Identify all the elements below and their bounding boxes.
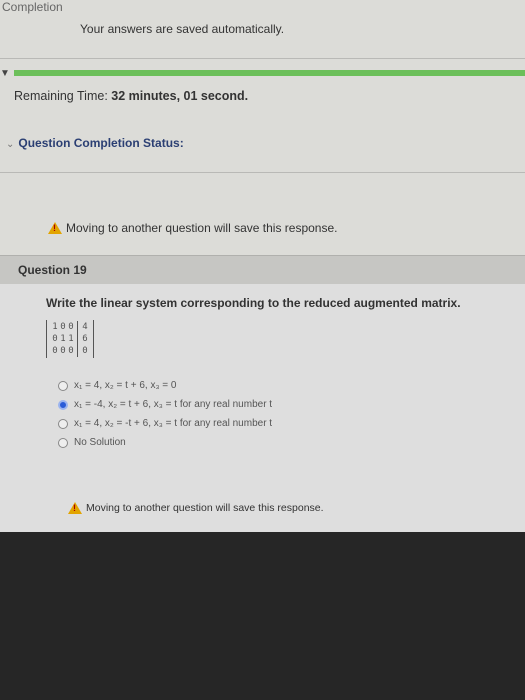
matrix-cell: 0 (60, 322, 66, 332)
quiz-screen: Completion Your answers are saved automa… (0, 0, 525, 532)
answer-option[interactable]: No Solution (58, 433, 272, 452)
collapse-icon[interactable]: ▼ (0, 68, 10, 79)
answer-option[interactable]: x₁ = -4, x₂ = t + 6, x₃ = t for any real… (58, 395, 272, 414)
answer-option-label: x₁ = 4, x₂ = t + 6, x₃ = 0 (74, 380, 177, 391)
matrix-row: 0116 (51, 333, 89, 345)
chevron-down-icon: ⌄ (6, 139, 15, 150)
divider (0, 58, 525, 59)
warning-icon (68, 502, 82, 514)
progress-bar (14, 70, 525, 76)
remaining-time: Remaining Time: 32 minutes, 01 second. (14, 89, 248, 103)
radio-icon[interactable] (58, 418, 68, 429)
autosave-notice: Your answers are saved automatically. (80, 22, 285, 36)
matrix-cell: 6 (77, 333, 89, 345)
matrix-cell: 1 (60, 334, 66, 344)
answer-option-label: x₁ = 4, x₂ = -t + 6, x₃ = t for any real… (74, 418, 273, 429)
remaining-time-value: 32 minutes, 01 second. (111, 89, 249, 103)
matrix-cell: 0 (52, 346, 58, 356)
matrix-cell: 1 (68, 334, 74, 344)
augmented-matrix: 100401160000 (46, 320, 94, 358)
matrix-cell: 0 (77, 345, 89, 357)
matrix-row: 0000 (51, 345, 89, 357)
radio-icon[interactable] (58, 380, 68, 391)
answer-option-label: x₁ = -4, x₂ = t + 6, x₃ = t for any real… (74, 399, 273, 410)
save-warning-top: Moving to another question will save thi… (48, 221, 337, 235)
question-title: Question 19 (18, 263, 87, 277)
matrix-cell: 0 (68, 322, 74, 332)
remaining-time-label: Remaining Time: (14, 89, 108, 103)
radio-icon[interactable] (58, 437, 68, 448)
matrix-cell: 0 (52, 334, 58, 344)
matrix-cell: 1 (52, 322, 58, 332)
answer-options: x₁ = 4, x₂ = t + 6, x₃ = 0 x₁ = -4, x₂ = … (58, 376, 272, 452)
save-warning-text: Moving to another question will save thi… (66, 221, 338, 235)
save-warning-text: Moving to another question will save thi… (86, 502, 324, 514)
question-completion-status-label: Question Completion Status: (18, 136, 184, 150)
radio-selected-icon[interactable] (58, 399, 68, 410)
completion-label: Completion (2, 0, 63, 14)
question-header: Question 19 (0, 255, 525, 284)
warning-icon (48, 222, 62, 234)
matrix-cell: 0 (68, 346, 74, 356)
matrix-cell: 0 (60, 346, 66, 356)
answer-option[interactable]: x₁ = 4, x₂ = t + 6, x₃ = 0 (58, 376, 272, 395)
question-prompt: Write the linear system corresponding to… (46, 296, 461, 310)
progress-fill (14, 70, 525, 76)
divider (0, 172, 525, 173)
save-warning-bottom: Moving to another question will save thi… (68, 502, 324, 514)
answer-option-label: No Solution (74, 437, 126, 448)
question-completion-status[interactable]: ⌄ Question Completion Status: (6, 136, 184, 150)
matrix-row: 1004 (51, 321, 89, 333)
dark-background (0, 532, 525, 700)
answer-option[interactable]: x₁ = 4, x₂ = -t + 6, x₃ = t for any real… (58, 414, 272, 433)
matrix-cell: 4 (77, 321, 89, 333)
